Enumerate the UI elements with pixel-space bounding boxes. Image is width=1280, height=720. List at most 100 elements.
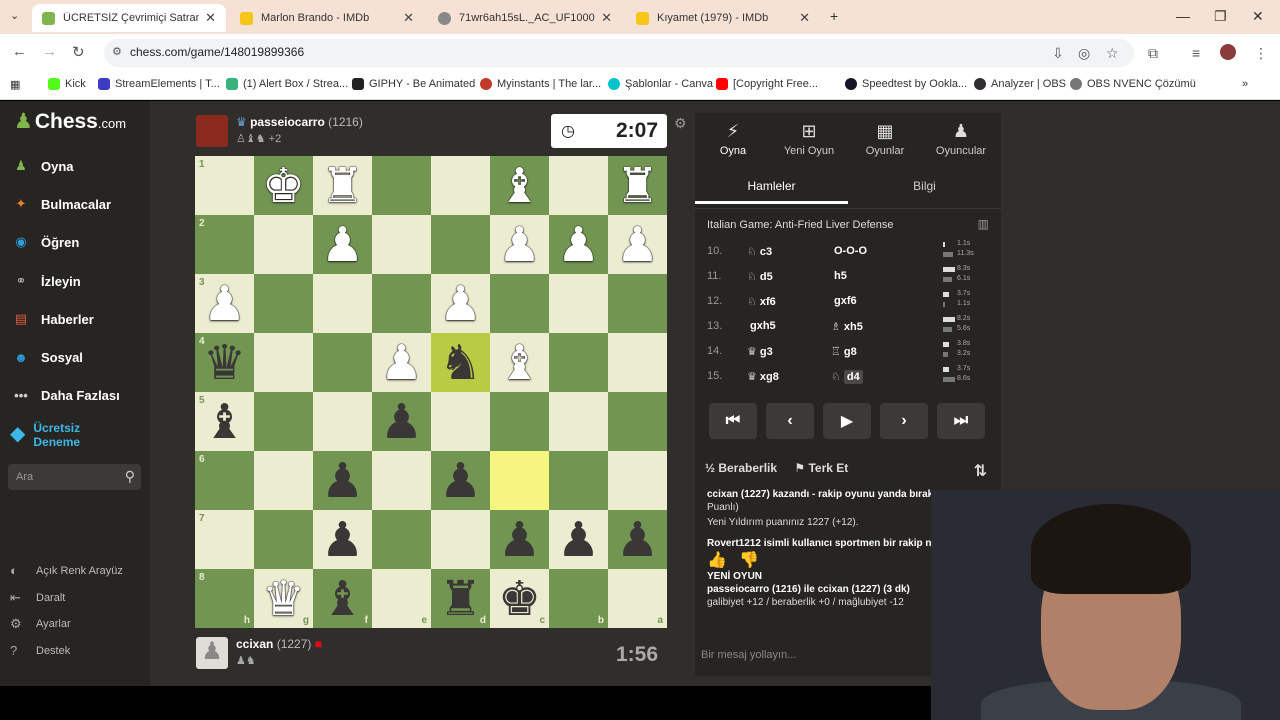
next-move-button[interactable]: › [880,403,928,439]
search-input[interactable]: Ara ⚲ [8,464,141,490]
board-square[interactable]: ♟ [549,215,608,274]
back-icon[interactable]: ← [12,43,27,60]
white-move[interactable]: ♛ xg8 [747,370,779,383]
black-bishop-piece[interactable]: ♝ [203,398,246,446]
support-link[interactable]: ? Destek [10,643,70,658]
board-square[interactable]: 5 ♝ [195,392,254,451]
board-square[interactable] [372,451,431,510]
bookmark-obs-analyzer[interactable]: Analyzer | OBS [974,78,1066,90]
board-square[interactable] [372,510,431,569]
board-square[interactable] [549,392,608,451]
board-square[interactable]: c ♚ [490,569,549,628]
board-square[interactable] [254,274,313,333]
close-tab-icon[interactable]: ✕ [799,10,810,26]
resign-button[interactable]: ⚑ Terk Et [794,461,848,475]
tab-info[interactable]: Bilgi [848,179,1001,193]
url-field[interactable]: ⚙ chess.com/game/148019899366 [104,39,1134,67]
first-move-button[interactable]: ⏮ [709,403,757,439]
new-tab-icon[interactable]: + [830,8,838,24]
close-tab-icon[interactable]: ✕ [601,10,612,26]
bookmark-alertbox[interactable]: (1) Alert Box / Strea... [226,78,348,90]
board-square[interactable] [549,451,608,510]
bookmark-giphy[interactable]: GIPHY - Be Animated [352,78,475,90]
white-pawn-piece[interactable]: ♟ [321,221,364,269]
board-square[interactable]: ♟ [372,333,431,392]
black-pawn-piece[interactable]: ♟ [439,457,482,505]
white-move[interactable]: ♘ xf6 [747,295,776,308]
black-pawn-piece[interactable]: ♟ [321,457,364,505]
sidebar-item-news[interactable]: ▤ Haberler [10,308,94,330]
board-square[interactable]: ♝ [490,333,549,392]
board-square[interactable]: ♟ [313,510,372,569]
board-square[interactable]: ♟ [313,451,372,510]
draw-button[interactable]: ½ Beraberlik [705,461,777,475]
profile-avatar[interactable] [1220,44,1236,60]
close-tab-icon[interactable]: ✕ [205,10,216,26]
install-icon[interactable]: ⇩ [1052,45,1064,62]
white-move[interactable]: gxh5 [747,320,776,332]
sidebar-item-watch[interactable]: ⚭ İzleyin [10,270,81,292]
collapse-button[interactable]: ⇤ Daralt [10,590,65,606]
black-king-piece[interactable]: ♚ [498,575,541,623]
eye-off-icon[interactable]: ◎ [1078,45,1090,62]
bookmark-streamelements[interactable]: StreamElements | T... [98,78,220,90]
board-square[interactable] [254,333,313,392]
board-square[interactable]: ♝ [490,156,549,215]
reload-icon[interactable]: ↻ [72,43,85,61]
black-queen-piece[interactable]: ♛ [203,339,246,387]
board-square[interactable]: g ♛ [254,569,313,628]
play-button[interactable]: ▶ [823,403,871,439]
bookmark-speedtest[interactable]: Speedtest by Ookla... [845,78,967,90]
board-square[interactable] [372,274,431,333]
white-rook-piece[interactable]: ♜ [321,162,364,210]
flip-board-icon[interactable]: ⇅ [974,461,987,481]
bookmark-youtube[interactable]: [Copyright Free... [716,78,818,90]
black-move[interactable]: gxf6 [831,295,857,307]
extensions-icon[interactable]: ⧉ [1148,45,1158,62]
media-icon[interactable]: ≡ [1192,45,1200,61]
avatar[interactable]: ♟ [196,637,228,669]
board-square[interactable] [372,156,431,215]
board-square[interactable] [254,510,313,569]
settings-link[interactable]: ⚙ Ayarlar [10,616,71,632]
board-square[interactable] [431,156,490,215]
board-square[interactable]: ♟ [372,392,431,451]
avatar[interactable] [196,115,228,147]
board-square[interactable]: ♟ [490,215,549,274]
bookmark-kick[interactable]: Kick [48,78,86,90]
white-bishop-piece[interactable]: ♝ [498,339,541,387]
bookmark-obs-nvenc[interactable]: OBS NVENC Çözümü [1070,78,1196,90]
light-theme-toggle[interactable]: ◐ Açık Renk Arayüz [10,563,123,578]
minimize-icon[interactable]: — [1176,8,1190,24]
chat-input[interactable]: Bir mesaj yollayın... [701,649,796,661]
forward-icon[interactable]: → [42,43,57,60]
white-pawn-piece[interactable]: ♟ [203,280,246,328]
board-square[interactable] [608,451,667,510]
board-square[interactable] [313,274,372,333]
thumbs-down-icon[interactable]: 👎 [739,552,759,569]
browser-tab-kiyamet[interactable]: Kıyamet (1979) - IMDb ✕ [626,4,820,32]
white-move[interactable]: ♘ c3 [747,245,772,258]
board-square[interactable] [549,156,608,215]
sidebar-item-more[interactable]: ••• Daha Fazlası [10,384,120,406]
chess-logo[interactable]: ♟Chess.com [14,109,126,134]
board-square[interactable] [549,274,608,333]
board-square[interactable] [608,333,667,392]
board-square[interactable] [431,392,490,451]
board-square[interactable]: 4 ♛ [195,333,254,392]
sidebar-item-learn[interactable]: ◉ Öğren [10,231,79,253]
white-move[interactable]: ♘ d5 [747,270,773,283]
board-square[interactable]: b [549,569,608,628]
board-square[interactable]: ♟ [608,215,667,274]
free-trial-link[interactable]: ◆ Ücretsiz Deneme [10,421,93,449]
board-square[interactable] [490,392,549,451]
board-square[interactable]: 1 [195,156,254,215]
tab-moves[interactable]: Hamleler [695,179,848,204]
menu-icon[interactable]: ⋮ [1254,45,1268,62]
board-square[interactable]: e [372,569,431,628]
black-pawn-piece[interactable]: ♟ [321,516,364,564]
board-square[interactable]: 8h [195,569,254,628]
close-window-icon[interactable]: ✕ [1252,8,1264,25]
black-move[interactable]: O-O-O [831,245,867,257]
board-square[interactable] [608,274,667,333]
